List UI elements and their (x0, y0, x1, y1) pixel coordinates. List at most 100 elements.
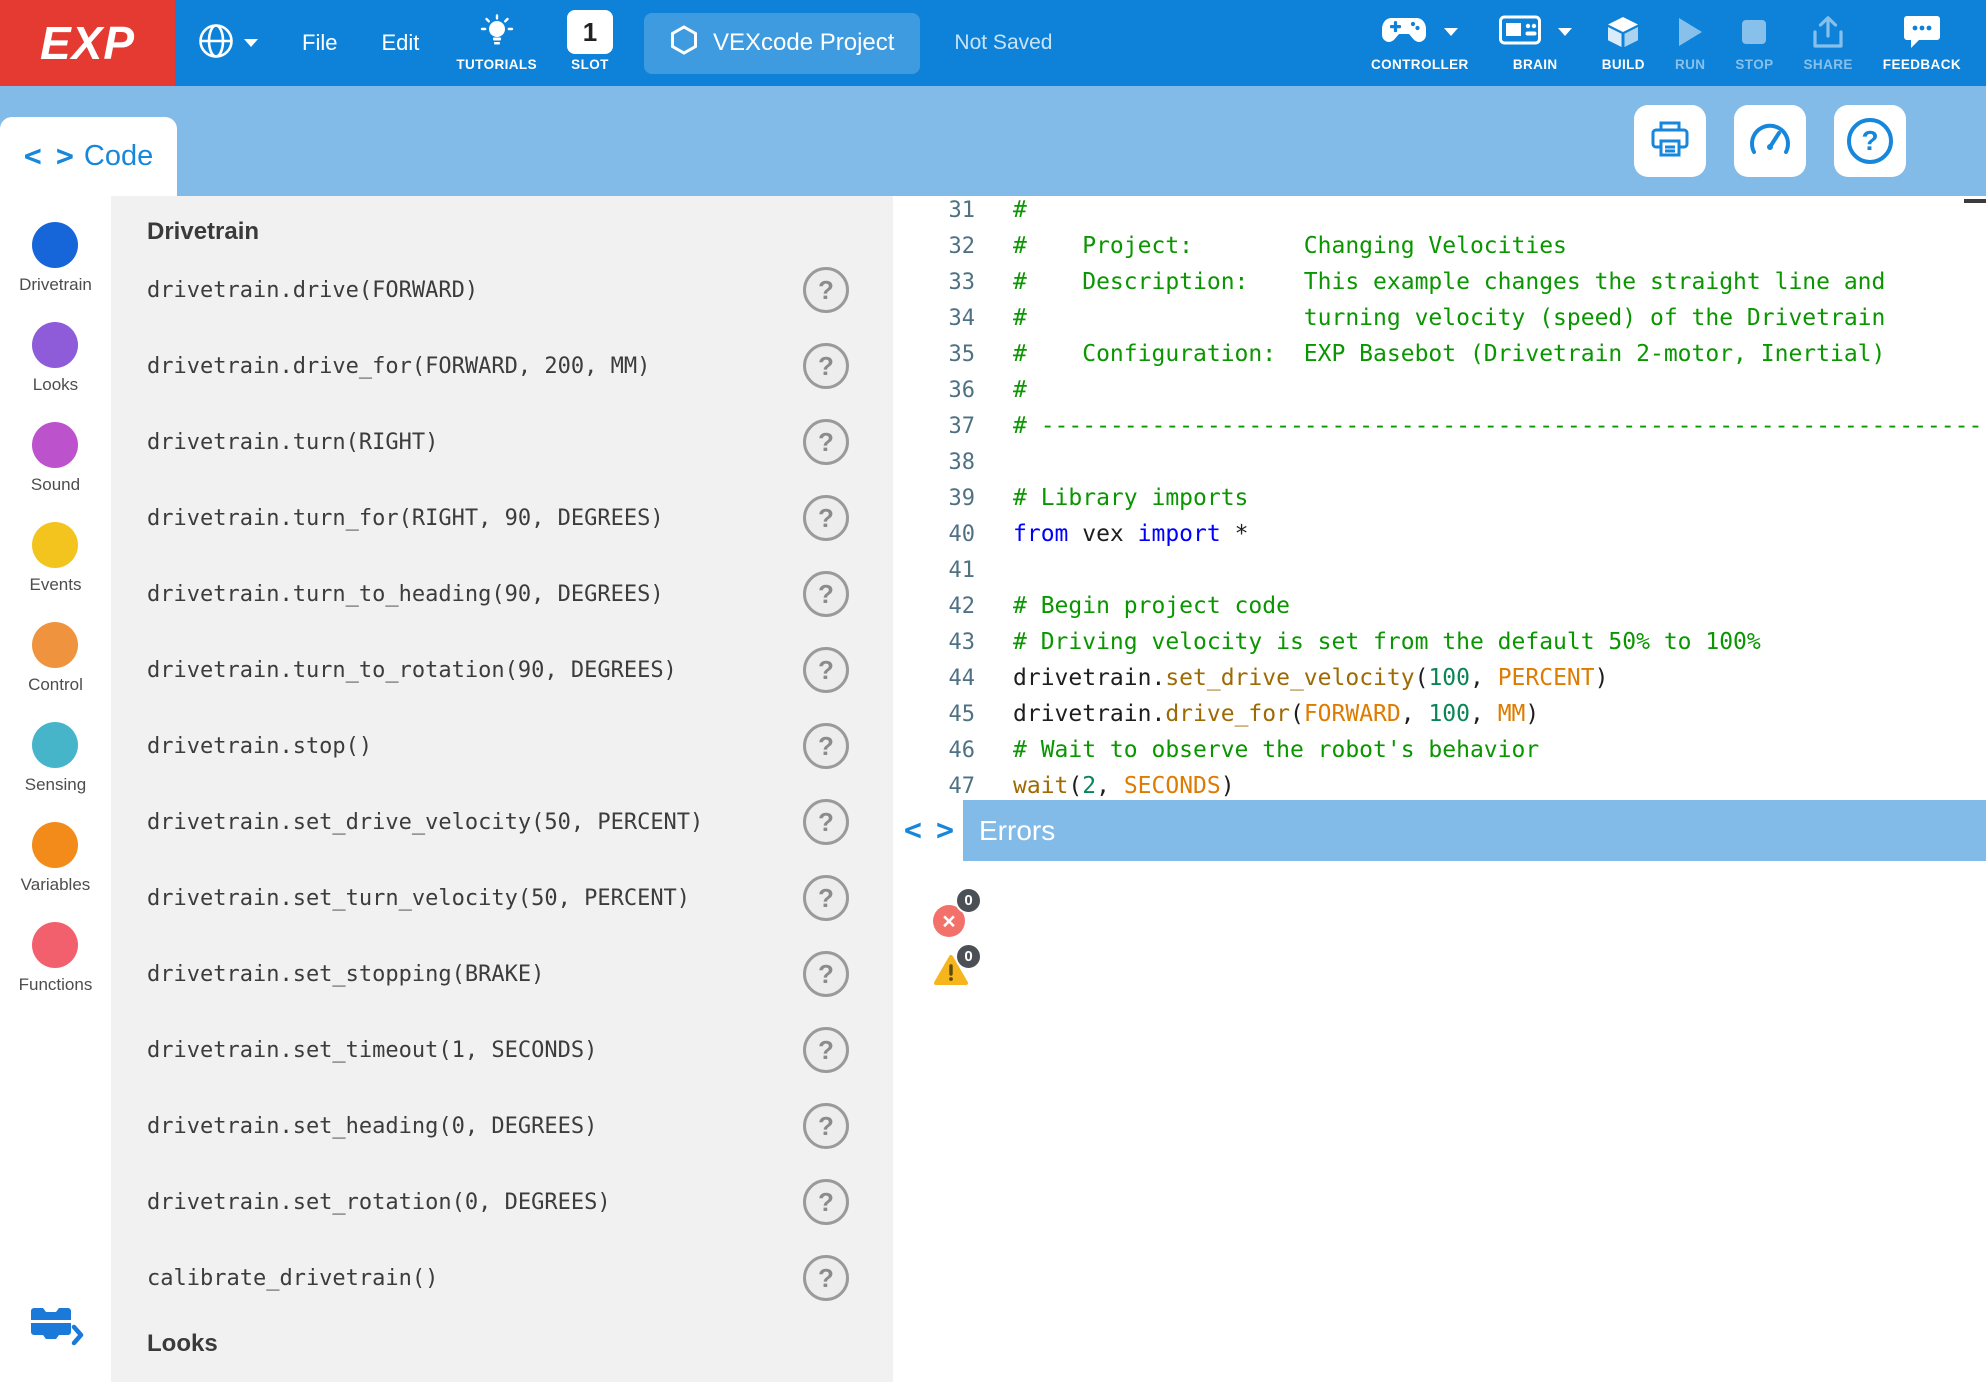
blocks-toggle-button[interactable] (28, 1303, 84, 1356)
command-help-button[interactable]: ? (803, 419, 849, 465)
code-editor[interactable]: 31#32# Project: Changing Velocities33# D… (893, 196, 1986, 800)
print-button[interactable] (1634, 105, 1706, 177)
brain-device-icon (1499, 15, 1541, 50)
command-help-button[interactable]: ? (803, 875, 849, 921)
command-text[interactable]: drivetrain.set_heading(0, DEGREES) (147, 1114, 597, 1139)
category-label: Functions (19, 975, 93, 995)
code-text: # Wait to observe the robot's behavior (975, 737, 1539, 763)
help-button[interactable]: ? (1834, 105, 1906, 177)
tab-code[interactable]: < > Code (0, 117, 177, 196)
code-line: 37# ------------------------------------… (893, 408, 1986, 444)
sidebar-item-control[interactable]: Control (19, 622, 93, 722)
command-text[interactable]: drivetrain.turn(RIGHT) (147, 430, 438, 455)
category-list: DrivetrainLooksSoundEventsControlSensing… (19, 222, 93, 1022)
command-text[interactable]: drivetrain.stop() (147, 734, 372, 759)
errors-panel: < > Errors × 0 (893, 800, 1986, 1382)
main-area: DrivetrainLooksSoundEventsControlSensing… (0, 196, 1986, 1382)
chevron-down-icon (1444, 28, 1458, 36)
palette-command-row[interactable]: drivetrain.set_drive_velocity(50, PERCEN… (111, 784, 893, 860)
command-help-button[interactable]: ? (803, 1027, 849, 1073)
stop-button[interactable]: STOP (1720, 0, 1788, 86)
code-brackets-icon: < > (904, 813, 952, 848)
events-category-icon[interactable] (32, 522, 78, 568)
command-text[interactable]: drivetrain.turn_for(RIGHT, 90, DEGREES) (147, 506, 664, 531)
command-text[interactable]: drivetrain.drive_for(FORWARD, 200, MM) (147, 354, 650, 379)
command-help-button[interactable]: ? (803, 951, 849, 997)
share-icon (1810, 14, 1846, 50)
command-help-button[interactable]: ? (803, 647, 849, 693)
palette-command-row[interactable]: drivetrain.set_turn_velocity(50, PERCENT… (111, 860, 893, 936)
looks-category-icon[interactable] (32, 322, 78, 368)
sidebar-item-drivetrain[interactable]: Drivetrain (19, 222, 93, 322)
share-button[interactable]: SHARE (1789, 0, 1868, 86)
palette-command-row[interactable]: drivetrain.drive(FORWARD)? (111, 252, 893, 328)
file-menu[interactable]: File (280, 0, 359, 86)
command-text[interactable]: drivetrain.drive(FORWARD) (147, 278, 478, 303)
sidebar-item-functions[interactable]: Functions (19, 922, 93, 1022)
gauge-icon (1748, 121, 1792, 162)
command-help-button[interactable]: ? (803, 495, 849, 541)
slot-button[interactable]: 1 SLOT (552, 0, 628, 86)
code-text: # turning velocity (speed) of the Drivet… (975, 305, 1885, 331)
command-text[interactable]: drivetrain.set_rotation(0, DEGREES) (147, 1190, 611, 1215)
sidebar-item-events[interactable]: Events (19, 522, 93, 622)
command-help-button[interactable]: ? (803, 1103, 849, 1149)
dashboard-button[interactable] (1734, 105, 1806, 177)
slot-number[interactable]: 1 (567, 10, 613, 54)
palette-command-row[interactable]: calibrate_drivetrain()? (111, 1240, 893, 1316)
feedback-button[interactable]: FEEDBACK (1868, 0, 1976, 86)
palette-command-row[interactable]: drivetrain.turn_to_rotation(90, DEGREES)… (111, 632, 893, 708)
palette-command-row[interactable]: drivetrain.turn_to_heading(90, DEGREES)? (111, 556, 893, 632)
command-text[interactable]: calibrate_drivetrain() (147, 1266, 438, 1291)
command-help-button[interactable]: ? (803, 1255, 849, 1301)
command-help-button[interactable]: ? (803, 723, 849, 769)
sidebar-item-looks[interactable]: Looks (19, 322, 93, 422)
sidebar-item-variables[interactable]: Variables (19, 822, 93, 922)
palette-command-row[interactable]: drivetrain.turn_for(RIGHT, 90, DEGREES)? (111, 480, 893, 556)
tutorials-button[interactable]: TUTORIALS (441, 0, 552, 86)
code-line: 40from vex import * (893, 516, 1986, 552)
palette-command-row[interactable]: drivetrain.stop()? (111, 708, 893, 784)
play-icon (1676, 14, 1704, 50)
command-help-button[interactable]: ? (803, 267, 849, 313)
code-line: 46# Wait to observe the robot's behavior (893, 732, 1986, 768)
command-help-button[interactable]: ? (803, 1179, 849, 1225)
language-menu[interactable] (175, 0, 280, 86)
functions-category-icon[interactable] (32, 922, 78, 968)
command-text[interactable]: drivetrain.turn_to_heading(90, DEGREES) (147, 582, 664, 607)
sidebar-item-sensing[interactable]: Sensing (19, 722, 93, 822)
palette-command-row[interactable]: drivetrain.set_heading(0, DEGREES)? (111, 1088, 893, 1164)
code-line: 41 (893, 552, 1986, 588)
run-button[interactable]: RUN (1660, 0, 1720, 86)
command-text[interactable]: drivetrain.turn_to_rotation(90, DEGREES) (147, 658, 677, 683)
build-button[interactable]: BUILD (1587, 0, 1660, 86)
command-text[interactable]: drivetrain.set_stopping(BRAKE) (147, 962, 544, 987)
code-text: # Project: Changing Velocities (975, 233, 1567, 259)
feedback-bubble-icon (1903, 14, 1941, 50)
code-text: # --------------------------------------… (975, 413, 1986, 439)
command-text[interactable]: drivetrain.set_drive_velocity(50, PERCEN… (147, 810, 703, 835)
command-text[interactable]: drivetrain.set_turn_velocity(50, PERCENT… (147, 886, 690, 911)
command-text[interactable]: drivetrain.set_timeout(1, SECONDS) (147, 1038, 597, 1063)
palette-command-row[interactable]: drivetrain.set_rotation(0, DEGREES)? (111, 1164, 893, 1240)
sensing-category-icon[interactable] (32, 722, 78, 768)
command-help-button[interactable]: ? (803, 571, 849, 617)
palette-command-row[interactable]: drivetrain.drive_for(FORWARD, 200, MM)? (111, 328, 893, 404)
drivetrain-category-icon[interactable] (32, 222, 78, 268)
edit-menu[interactable]: Edit (359, 0, 441, 86)
errors-tab[interactable]: < > (893, 800, 963, 861)
sidebar-item-sound[interactable]: Sound (19, 422, 93, 522)
controller-button[interactable]: CONTROLLER (1356, 0, 1484, 86)
editor-scrollbar[interactable] (1964, 199, 1986, 203)
command-help-button[interactable]: ? (803, 343, 849, 389)
control-category-icon[interactable] (32, 622, 78, 668)
line-number: 35 (893, 342, 975, 367)
palette-command-row[interactable]: drivetrain.turn(RIGHT)? (111, 404, 893, 480)
palette-command-row[interactable]: drivetrain.set_stopping(BRAKE)? (111, 936, 893, 1012)
brain-button[interactable]: BRAIN (1484, 0, 1587, 86)
command-help-button[interactable]: ? (803, 799, 849, 845)
palette-command-row[interactable]: drivetrain.set_timeout(1, SECONDS)? (111, 1012, 893, 1088)
project-name-button[interactable]: VEXcode Project (644, 13, 920, 74)
sound-category-icon[interactable] (32, 422, 78, 468)
variables-category-icon[interactable] (32, 822, 78, 868)
